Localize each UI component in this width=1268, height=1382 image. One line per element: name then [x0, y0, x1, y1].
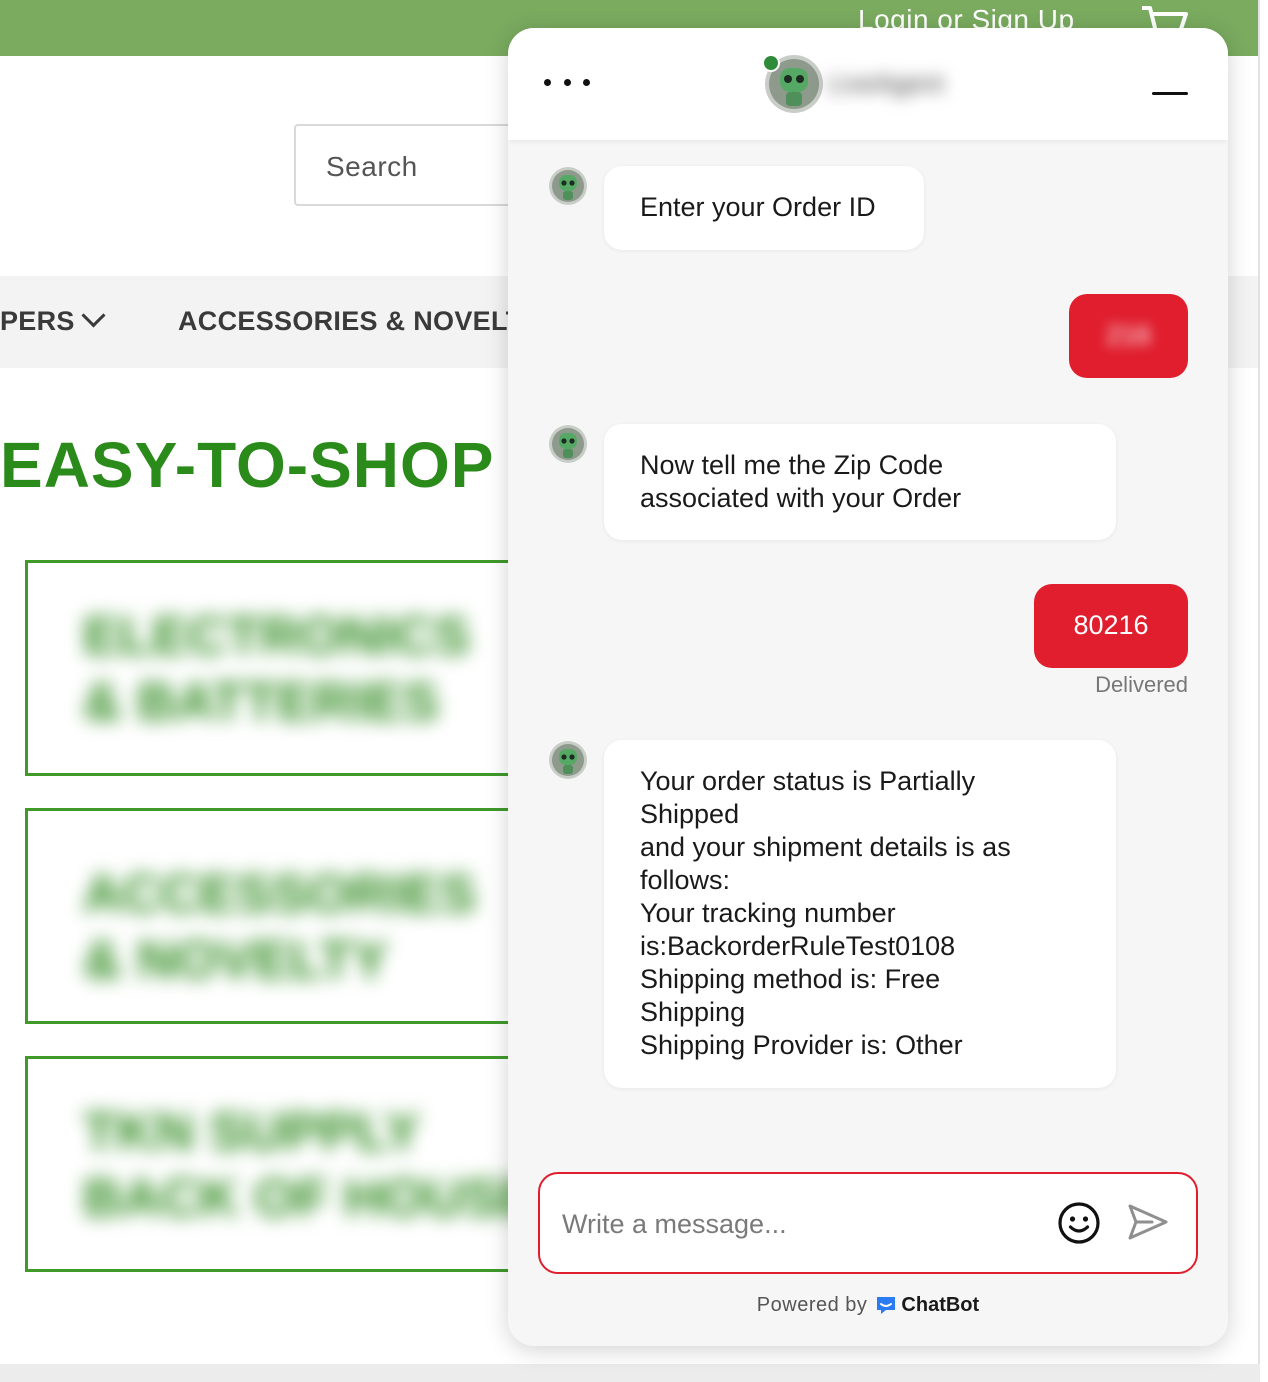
bot-avatar	[549, 167, 587, 205]
page-scrollbar-edge	[1258, 0, 1260, 1382]
bot-avatar	[549, 741, 587, 779]
bot-message: Enter your Order ID	[604, 166, 924, 250]
category-label: ACCESSORIES & NOVELTY	[83, 864, 477, 990]
nav-item-label: PERS	[0, 306, 75, 336]
message-status: Delivered	[1095, 672, 1188, 697]
online-status-dot	[762, 54, 780, 72]
category-card[interactable]: ACCESSORIES & NOVELTY	[25, 808, 545, 1024]
page-title: EASY-TO-SHOP	[0, 429, 495, 501]
category-card[interactable]: TKN SUPPLY BACK OF HOUSE	[25, 1056, 545, 1272]
category-card[interactable]: ELECTRONICS & BATTERIES	[25, 560, 545, 776]
user-message: 216	[1069, 294, 1188, 378]
chatbot-brand-link[interactable]: ChatBot	[901, 1294, 979, 1316]
user-message-text: 216	[1105, 320, 1152, 350]
chatbot-logo-icon	[877, 1297, 896, 1314]
send-icon[interactable]	[1126, 1202, 1170, 1242]
category-label: TKN SUPPLY BACK OF HOUSE	[83, 1102, 537, 1228]
user-message-text: 80216	[1073, 610, 1149, 640]
minimize-icon[interactable]	[1152, 92, 1188, 95]
nav-item-label: ACCESSORIES & NOVELT	[178, 306, 523, 336]
message-input[interactable]	[560, 1198, 1034, 1250]
chat-header: LiveAgent	[508, 28, 1228, 140]
nav-item-accessories[interactable]: ACCESSORIES & NOVELT	[178, 306, 523, 337]
message-composer	[538, 1172, 1198, 1274]
bot-message: Your order status is Partially Shipped a…	[604, 740, 1116, 1088]
powered-by-label: Powered by	[756, 1294, 868, 1316]
agent-name: LiveAgent	[828, 68, 944, 98]
emoji-icon[interactable]	[1056, 1200, 1102, 1246]
chevron-down-icon	[81, 303, 106, 328]
chat-widget: LiveAgent Enter your Order ID 216 Now te…	[508, 28, 1228, 1346]
powered-by-footer: Powered by ChatBot	[508, 1294, 1228, 1317]
user-message: 80216	[1034, 584, 1188, 668]
bot-message: Now tell me the Zip Code associated with…	[604, 424, 1116, 540]
more-dots-icon[interactable]	[544, 70, 590, 94]
page-bottom-edge	[0, 1364, 1260, 1382]
bot-avatar	[549, 425, 587, 463]
category-label: ELECTRONICS & BATTERIES	[83, 606, 471, 732]
nav-item-pers[interactable]: PERS	[0, 303, 106, 337]
